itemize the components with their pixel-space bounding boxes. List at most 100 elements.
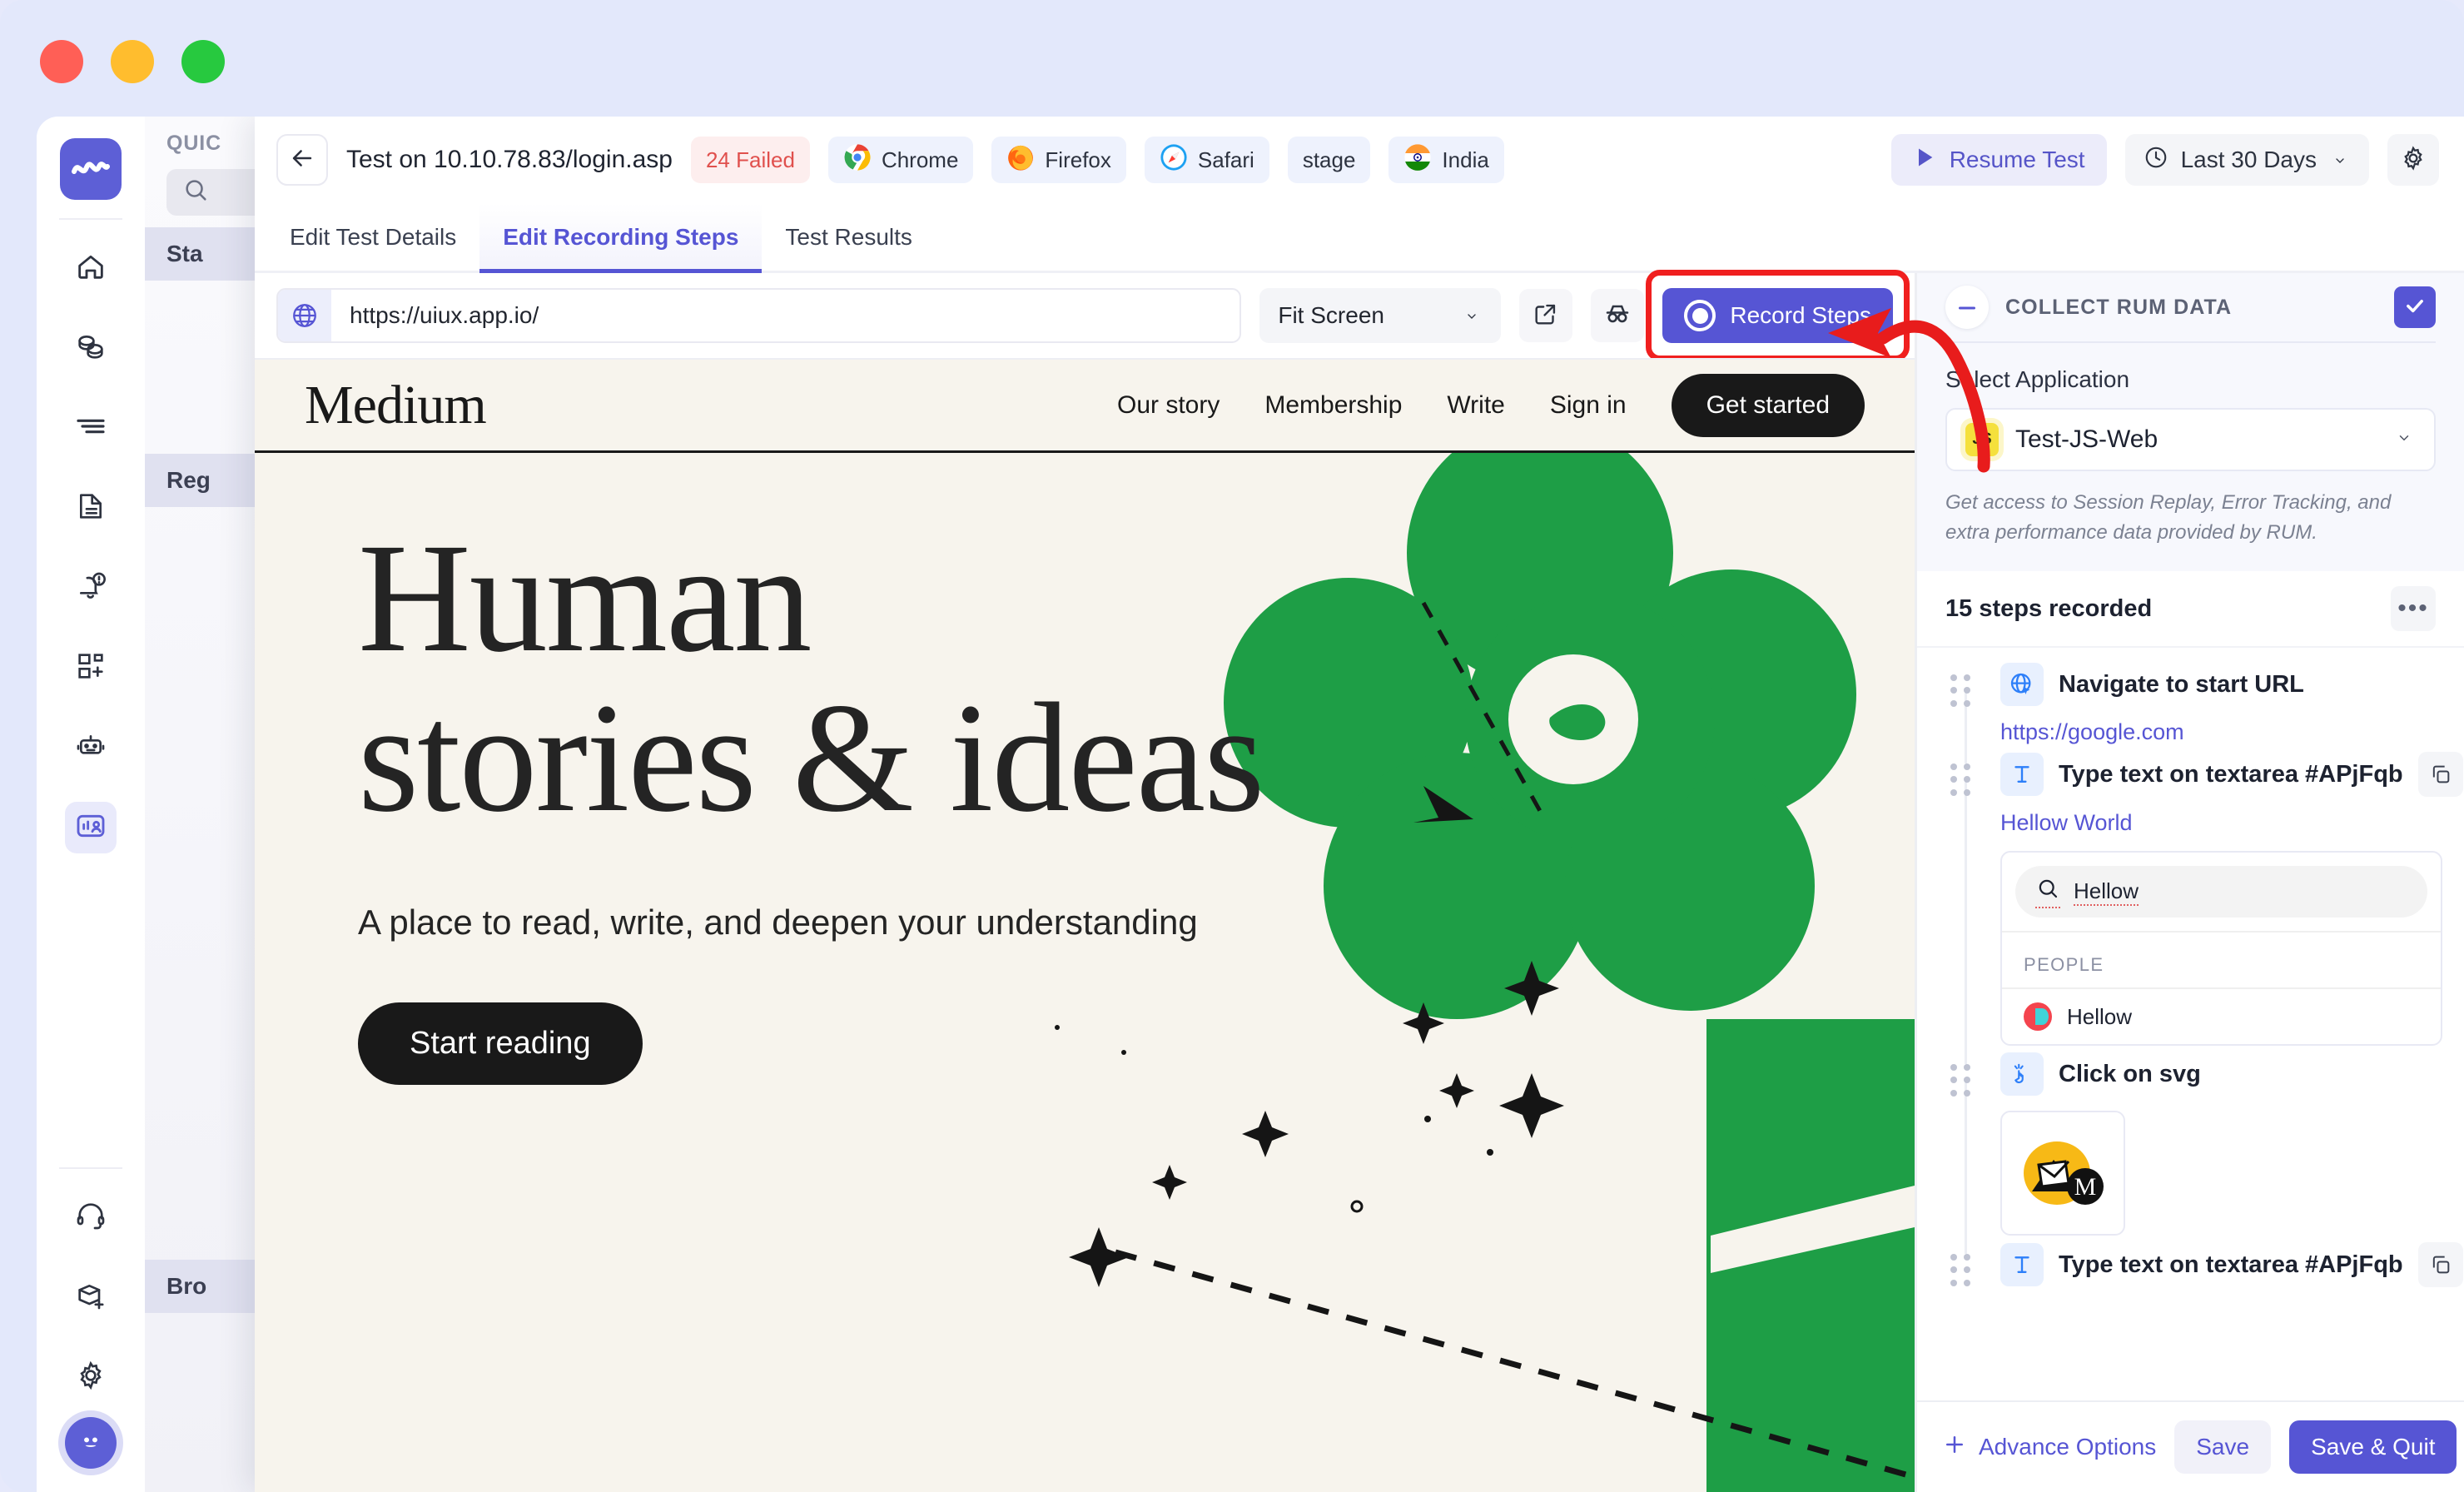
date-range-selector[interactable]: Last 30 Days [2125, 134, 2369, 186]
check-icon [2403, 294, 2427, 321]
text-cursor-icon [2000, 753, 2044, 796]
application-select[interactable]: JS Test-JS-Web [1945, 408, 2436, 471]
nav-link-membership[interactable]: Membership [1264, 391, 1402, 420]
search-icon [181, 176, 210, 210]
start-reading-button[interactable]: Start reading [358, 1002, 643, 1085]
step-value: https://google.com [2000, 719, 2442, 745]
zoom-level-label: Fit Screen [1278, 302, 1384, 329]
step-item-type-text[interactable]: Type text on textarea #APjFqb [1939, 752, 2442, 1052]
resume-test-button[interactable]: Resume Test [1891, 134, 2107, 186]
collapse-section-button[interactable] [1945, 286, 1989, 329]
sidebar-item-integrations[interactable] [65, 1271, 117, 1323]
tab-bar: Edit Test Details Edit Recording Steps T… [255, 203, 2464, 273]
chevron-down-icon [2329, 147, 2351, 173]
tab-edit-recording-steps[interactable]: Edit Recording Steps [479, 203, 762, 271]
india-flag-icon [1403, 143, 1432, 177]
record-steps-label: Record Steps [1730, 302, 1871, 329]
globe-icon [278, 290, 331, 341]
open-external-button[interactable] [1519, 289, 1572, 342]
sidebar-item-automation[interactable] [65, 722, 117, 773]
app-shell: QUIC Sta Reg [37, 117, 2464, 1492]
hero-title-line-2: stories & ideas [358, 678, 1263, 838]
save-and-quit-button[interactable]: Save & Quit [2289, 1420, 2457, 1474]
sidebar-item-alerts[interactable] [65, 562, 117, 614]
clock-icon [2144, 145, 2168, 176]
settings-button[interactable] [2387, 134, 2439, 186]
sidebar-item-logs[interactable] [65, 402, 117, 454]
browser-chip-firefox[interactable]: Firefox [991, 137, 1125, 183]
steps-more-button[interactable]: ••• [2391, 586, 2436, 631]
drag-handle-icon[interactable] [1950, 674, 1972, 708]
rum-description-note: Get access to Session Replay, Error Trac… [1945, 488, 2436, 548]
save-button[interactable]: Save [2174, 1420, 2271, 1474]
hero-title: Human stories & ideas [358, 518, 1263, 838]
tab-edit-test-details[interactable]: Edit Test Details [266, 203, 479, 271]
test-editor-modal: Test on 10.10.78.83/login.asp 24 Failed [255, 117, 2464, 1492]
incognito-glasses-icon [1602, 299, 1632, 333]
medium-logo: Medium [305, 374, 486, 437]
zoom-level-select[interactable]: Fit Screen [1259, 288, 1501, 343]
rum-enabled-checkbox[interactable] [2394, 286, 2436, 328]
rail-divider-bottom [59, 1167, 122, 1169]
nav-link-write[interactable]: Write [1447, 391, 1504, 420]
medium-hero: Human stories & ideas A place to read, w… [255, 453, 1915, 1492]
screenshot-person-name: Hellow [2067, 1004, 2132, 1030]
filter-lines-icon [74, 410, 107, 447]
avatar[interactable] [65, 1417, 117, 1469]
sidebar-item-reports[interactable] [65, 482, 117, 534]
step-row: Type text on textarea #APjFqb [2000, 752, 2442, 797]
coins-cloud-icon [74, 330, 107, 367]
sidebar-item-home[interactable] [65, 242, 117, 294]
sidebar-item-synthetics[interactable] [65, 802, 117, 853]
url-input[interactable]: https://uiux.app.io/ [276, 288, 1241, 343]
step-item-navigate[interactable]: Navigate to start URL https://google.com [1939, 663, 2442, 752]
js-badge-icon: JS [1965, 423, 1999, 456]
synthetics-user-icon [74, 809, 107, 847]
drag-handle-icon[interactable] [1950, 1064, 1972, 1097]
tab-test-results[interactable]: Test Results [762, 203, 936, 271]
copy-step-button[interactable] [2418, 752, 2463, 797]
minimize-window-button[interactable] [111, 40, 154, 83]
person-avatar-icon [2024, 1002, 2052, 1031]
status-badge: 24 Failed [691, 137, 810, 183]
step-row: Click on svg [2000, 1052, 2442, 1096]
browser-chip-chrome[interactable]: Chrome [828, 137, 973, 183]
search-icon [2035, 876, 2060, 908]
step-value: Hellow World [2000, 810, 2442, 836]
close-window-button[interactable] [40, 40, 83, 83]
chevron-down-icon [2392, 430, 2416, 450]
step-item-type-text-2[interactable]: Type text on textarea #APjFqb [1939, 1242, 2442, 1294]
modal-header: Test on 10.10.78.83/login.asp 24 Failed [255, 117, 2464, 203]
advance-options-button[interactable]: Advance Options [1942, 1432, 2156, 1463]
recording-side-panel: COLLECT RUM DATA Select Application JS T… [1915, 273, 2464, 1492]
screenshot-dropdown-title: PEOPLE [2002, 942, 2441, 987]
sidebar-item-dashboards[interactable] [65, 642, 117, 694]
app-logo-icon[interactable] [60, 138, 122, 200]
drag-handle-icon[interactable] [1950, 763, 1972, 797]
hero-title-line-1: Human [358, 518, 1263, 678]
drag-handle-icon[interactable] [1950, 1254, 1972, 1287]
environment-chip[interactable]: stage [1288, 137, 1371, 183]
location-chip[interactable]: India [1388, 137, 1503, 183]
record-steps-button[interactable]: Record Steps [1662, 288, 1893, 343]
panel-footer: Advance Options Save Save & Quit [1917, 1400, 2464, 1492]
sidebar-item-settings[interactable] [65, 1351, 117, 1403]
globe-navigate-icon [2000, 663, 2044, 706]
browser-label: Chrome [882, 147, 958, 173]
get-started-button[interactable]: Get started [1672, 374, 1865, 437]
back-button[interactable] [276, 134, 328, 186]
website-preview-frame[interactable]: Medium Our story Membership Write Sign i… [255, 358, 1915, 1492]
advance-options-label: Advance Options [1979, 1434, 2156, 1460]
maximize-window-button[interactable] [181, 40, 225, 83]
recorded-steps-list[interactable]: Navigate to start URL https://google.com [1917, 648, 2464, 1400]
nav-link-our-story[interactable]: Our story [1117, 391, 1220, 420]
text-cursor-icon [2000, 1243, 2044, 1286]
sidebar-item-support[interactable] [65, 1191, 117, 1243]
step-item-click-svg[interactable]: Click on svg M [1939, 1052, 2442, 1242]
browser-chip-safari[interactable]: Safari [1145, 137, 1269, 183]
sidebar-item-cost[interactable] [65, 322, 117, 374]
nav-link-sign-in[interactable]: Sign in [1550, 391, 1627, 420]
step-row: Navigate to start URL [2000, 663, 2442, 706]
copy-step-button[interactable] [2418, 1242, 2463, 1287]
incognito-button[interactable] [1591, 289, 1644, 342]
